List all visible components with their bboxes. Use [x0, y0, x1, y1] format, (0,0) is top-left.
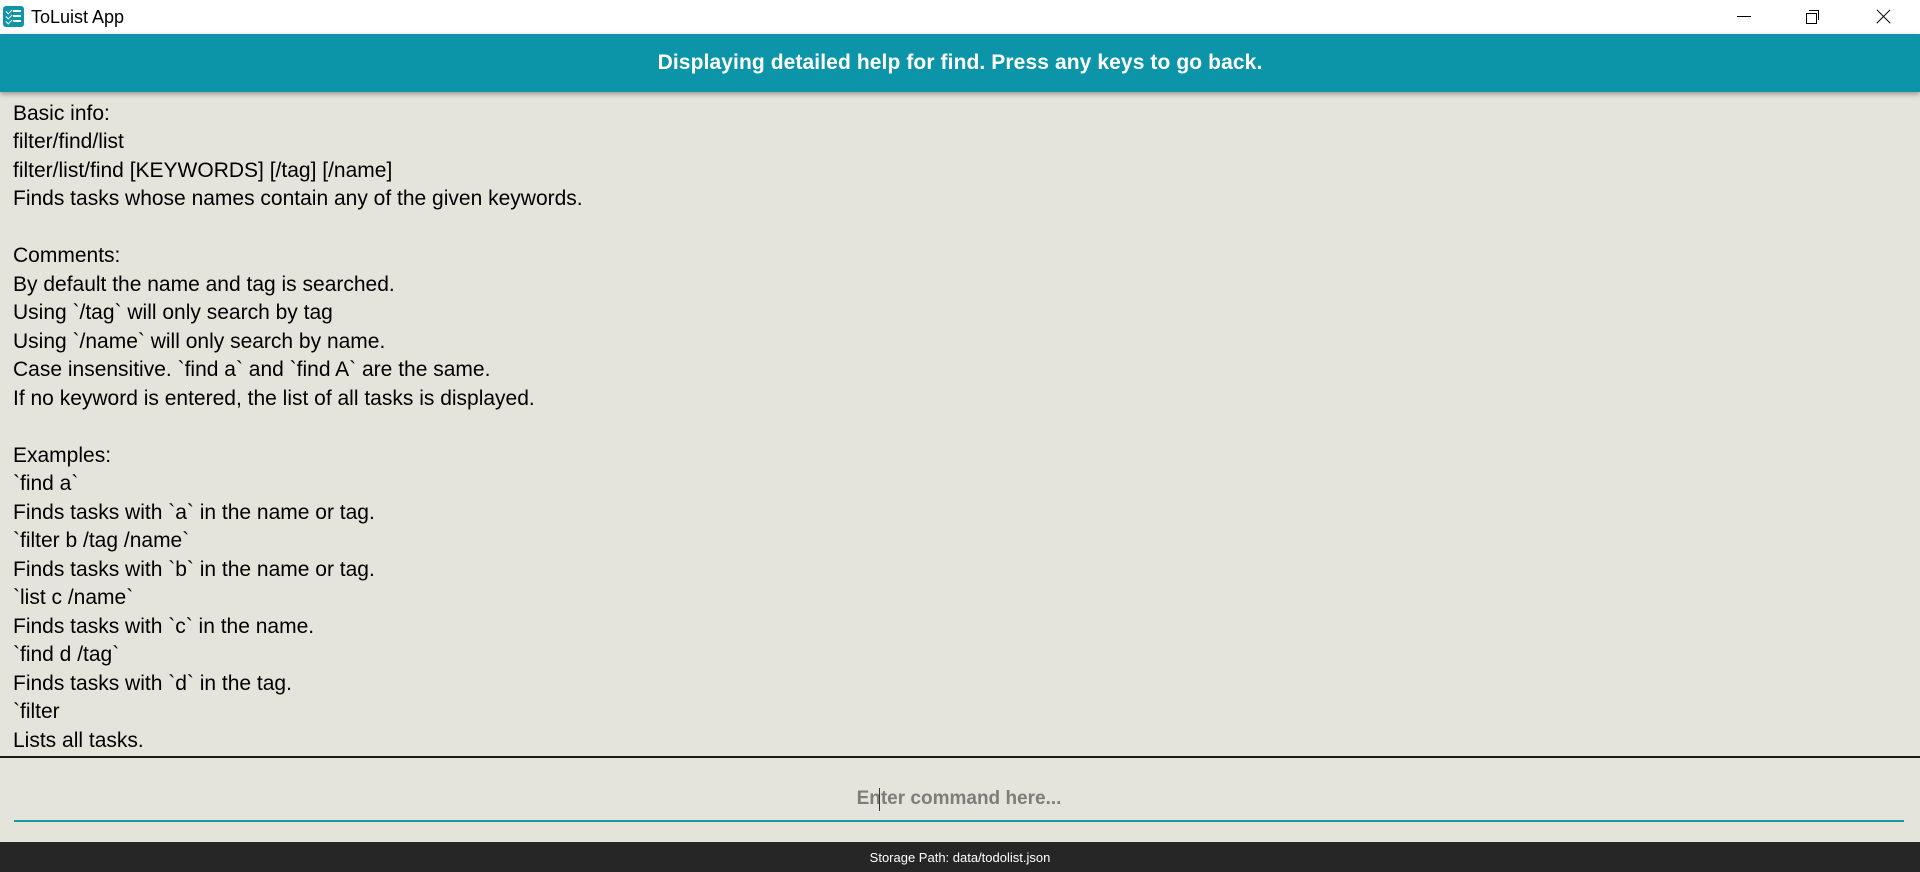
- help-line: If no keyword is entered, the list of al…: [13, 387, 535, 410]
- help-line: `filter: [13, 700, 60, 723]
- help-line: Lists all tasks.: [13, 729, 144, 752]
- help-line: Using `/tag` will only search by tag: [13, 301, 333, 324]
- help-line: `filter b /tag /name`: [13, 529, 190, 552]
- command-box[interactable]: [14, 778, 1904, 822]
- help-line: Finds tasks with `b` in the name or tag.: [13, 558, 375, 581]
- help-line: Finds tasks with `c` in the name.: [13, 615, 315, 638]
- restore-icon[interactable]: [1779, 0, 1847, 34]
- help-line: filter/find/list: [13, 130, 124, 153]
- help-line: Finds tasks with `d` in the tag.: [13, 672, 292, 695]
- text-caret: [879, 788, 880, 811]
- help-line: Comments:: [13, 244, 121, 267]
- help-line: filter/list/find [KEYWORDS] [/tag] [/nam…: [13, 159, 393, 182]
- content-divider: [0, 756, 1920, 758]
- minimize-icon[interactable]: [1710, 0, 1778, 34]
- help-line: `find a`: [13, 472, 79, 495]
- help-content: Basic info: filter/find/list filter/list…: [0, 92, 1920, 757]
- help-line: Finds tasks whose names contain any of t…: [13, 187, 583, 210]
- help-line: Examples:: [13, 444, 112, 467]
- help-line: By default the name and tag is searched.: [13, 273, 395, 296]
- storage-path: Storage Path: data/todolist.json: [869, 850, 1051, 865]
- help-line: Case insensitive. `find a` and `find A` …: [13, 358, 491, 381]
- help-line: `list c /name`: [13, 586, 134, 609]
- help-line: Using `/name` will only search by name.: [13, 330, 386, 353]
- window-title: ToLuist App: [31, 7, 125, 27]
- help-line: Finds tasks with `a` in the name or tag.: [13, 501, 375, 524]
- result-header: Displaying detailed help for find. Press…: [0, 34, 1920, 92]
- window-titlebar: ToLuist App: [0, 0, 1920, 34]
- status-bar: Storage Path: data/todolist.json: [0, 842, 1920, 872]
- checklist-icon: [3, 6, 24, 27]
- help-line: `find d /tag`: [13, 643, 120, 666]
- command-input[interactable]: [14, 778, 1904, 820]
- help-line: Basic info:: [13, 102, 110, 125]
- header-message: Displaying detailed help for find. Press…: [657, 51, 1263, 74]
- close-icon[interactable]: [1848, 0, 1916, 34]
